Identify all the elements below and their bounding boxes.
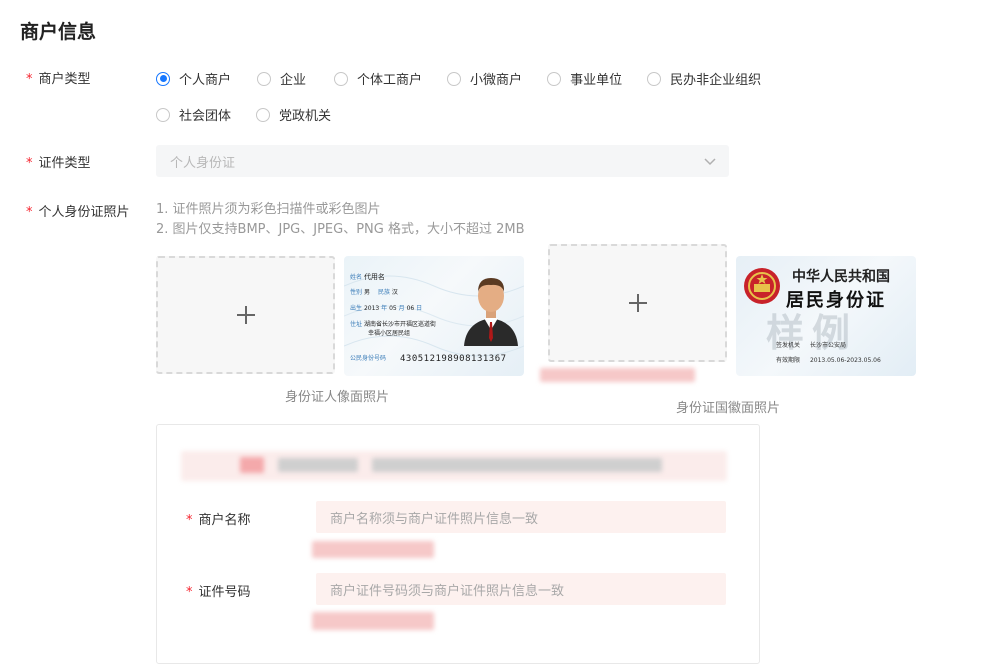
radio-dot-icon [156, 107, 170, 122]
radio-option-public-institution[interactable]: 事业单位 [547, 69, 622, 88]
cert-type-label: * 证件类型 [26, 156, 91, 171]
person-portrait-icon [464, 278, 518, 346]
radio-option-social-group[interactable]: 社会团体 [156, 105, 231, 124]
redacted-mark [240, 457, 264, 473]
id-front-sample-image: 姓名 代用名 性别 男民族 汉 出生 2013 年 05 月 06 日 住址 湖… [344, 256, 524, 376]
cert-number-input[interactable]: 商户证件号码须与商户证件照片信息一致 [316, 573, 726, 605]
ethnic-key: 民族 [377, 289, 390, 296]
id-front-caption: 身份证人像面照片 [285, 390, 390, 405]
valid-value: 2013.05.06-2023.05.06 [809, 357, 881, 364]
authority-value: 长沙市公安局 [809, 342, 846, 349]
radio-dot-checked-icon [156, 71, 170, 86]
merchant-type-label: * 商户类型 [26, 72, 91, 87]
merchant-name-label: * 商户名称 [186, 513, 251, 528]
id-photo-label: * 个人身份证照片 [26, 205, 130, 220]
address-key: 住址 [350, 321, 363, 328]
authority-key: 签发机关 [776, 342, 801, 349]
id-back-sample-image: 中华人民共和国 居民身份证 样例 签发机关 长沙市公安局 有效期限 2013.0… [736, 256, 916, 376]
redacted-text-block [540, 368, 695, 382]
radio-dot-icon [547, 71, 562, 86]
ethnic-value: 汉 [391, 289, 398, 296]
id-number-value: 430512198908131367 [400, 354, 507, 364]
radio-label: 党政机关 [279, 109, 332, 124]
redacted-text [372, 458, 662, 472]
radio-option-party-government[interactable]: 党政机关 [256, 105, 331, 124]
merchant-type-radio-group-row2: 社会团体 党政机关 [156, 105, 331, 124]
redacted-text-block [312, 612, 434, 630]
radio-option-micro[interactable]: 小微商户 [447, 69, 522, 88]
cert-number-placeholder: 商户证件号码须与商户证件照片信息一致 [330, 583, 565, 599]
id-back-caption: 身份证国徽面照片 [676, 401, 781, 416]
radio-dot-icon [257, 71, 272, 86]
id-number-key: 公民身份号码 [350, 355, 387, 362]
cert-number-label: * 证件号码 [186, 585, 251, 600]
national-emblem-icon [744, 268, 780, 304]
valid-key: 有效期限 [776, 357, 801, 364]
cert-type-value: 个人身份证 [170, 155, 236, 171]
birth-key: 出生 [350, 305, 363, 312]
address-line2: 幸福小区居民组 [368, 330, 411, 337]
plus-icon [628, 294, 647, 312]
gender-value: 男 [363, 289, 370, 296]
radio-label: 个体工商户 [357, 73, 423, 88]
redacted-text-block [312, 541, 434, 558]
chevron-down-icon [704, 158, 716, 166]
redacted-text [278, 458, 358, 472]
id-front-upload-button[interactable] [156, 256, 335, 374]
upload-hint-2: 2. 图片仅支持BMP、JPG、JPEG、PNG 格式，大小不超过 2MB [156, 222, 525, 237]
merchant-name-input[interactable]: 商户名称须与商户证件照片信息一致 [316, 501, 726, 533]
upload-hint-1: 1. 证件照片须为彩色扫描件或彩色图片 [156, 202, 381, 217]
id-back-upload-button[interactable] [548, 244, 727, 362]
cert-number-label-text: 证件号码 [198, 585, 251, 600]
cert-type-select[interactable]: 个人身份证 [156, 145, 729, 177]
birth-day: 06 [406, 305, 415, 312]
gender-key: 性别 [350, 289, 363, 296]
radio-option-enterprise[interactable]: 企业 [257, 69, 306, 88]
merchant-name-placeholder: 商户名称须与商户证件照片信息一致 [330, 511, 539, 527]
radio-label: 事业单位 [570, 73, 623, 88]
name-key: 姓名 [350, 274, 363, 281]
id-photo-label-text: 个人身份证照片 [38, 205, 130, 220]
radio-label: 企业 [280, 73, 307, 88]
month-unit: 月 [398, 305, 405, 312]
cert-type-label-text: 证件类型 [38, 156, 91, 171]
radio-label: 民办非企业组织 [670, 73, 762, 88]
radio-dot-icon [447, 71, 462, 86]
radio-label: 个人商户 [179, 73, 232, 88]
radio-label: 社会团体 [179, 109, 232, 124]
radio-option-individual-business[interactable]: 个体工商户 [334, 69, 422, 88]
merchant-type-label-text: 商户类型 [38, 72, 91, 87]
name-value: 代用名 [363, 273, 385, 281]
radio-dot-icon [334, 71, 349, 86]
merchant-name-label-text: 商户名称 [198, 513, 251, 528]
card-country-text: 中华人民共和国 [792, 269, 890, 285]
radio-dot-icon [256, 107, 271, 122]
radio-option-private-nonenterprise[interactable]: 民办非企业组织 [647, 69, 761, 88]
merchant-type-radio-group: 个人商户 企业 个体工商户 小微商户 事业单位 民办非企业组织 [156, 69, 761, 88]
page-title: 商户信息 [20, 21, 97, 43]
plus-icon [236, 306, 255, 324]
day-unit: 日 [416, 305, 423, 312]
birth-year: 2013 [363, 305, 380, 312]
birth-month: 05 [389, 305, 397, 312]
address-line1: 湖南省长沙市开福区巡道街 [363, 321, 436, 328]
radio-dot-icon [647, 71, 662, 86]
year-unit: 年 [381, 305, 388, 312]
radio-label: 小微商户 [470, 73, 523, 88]
radio-option-personal[interactable]: 个人商户 [156, 69, 231, 88]
